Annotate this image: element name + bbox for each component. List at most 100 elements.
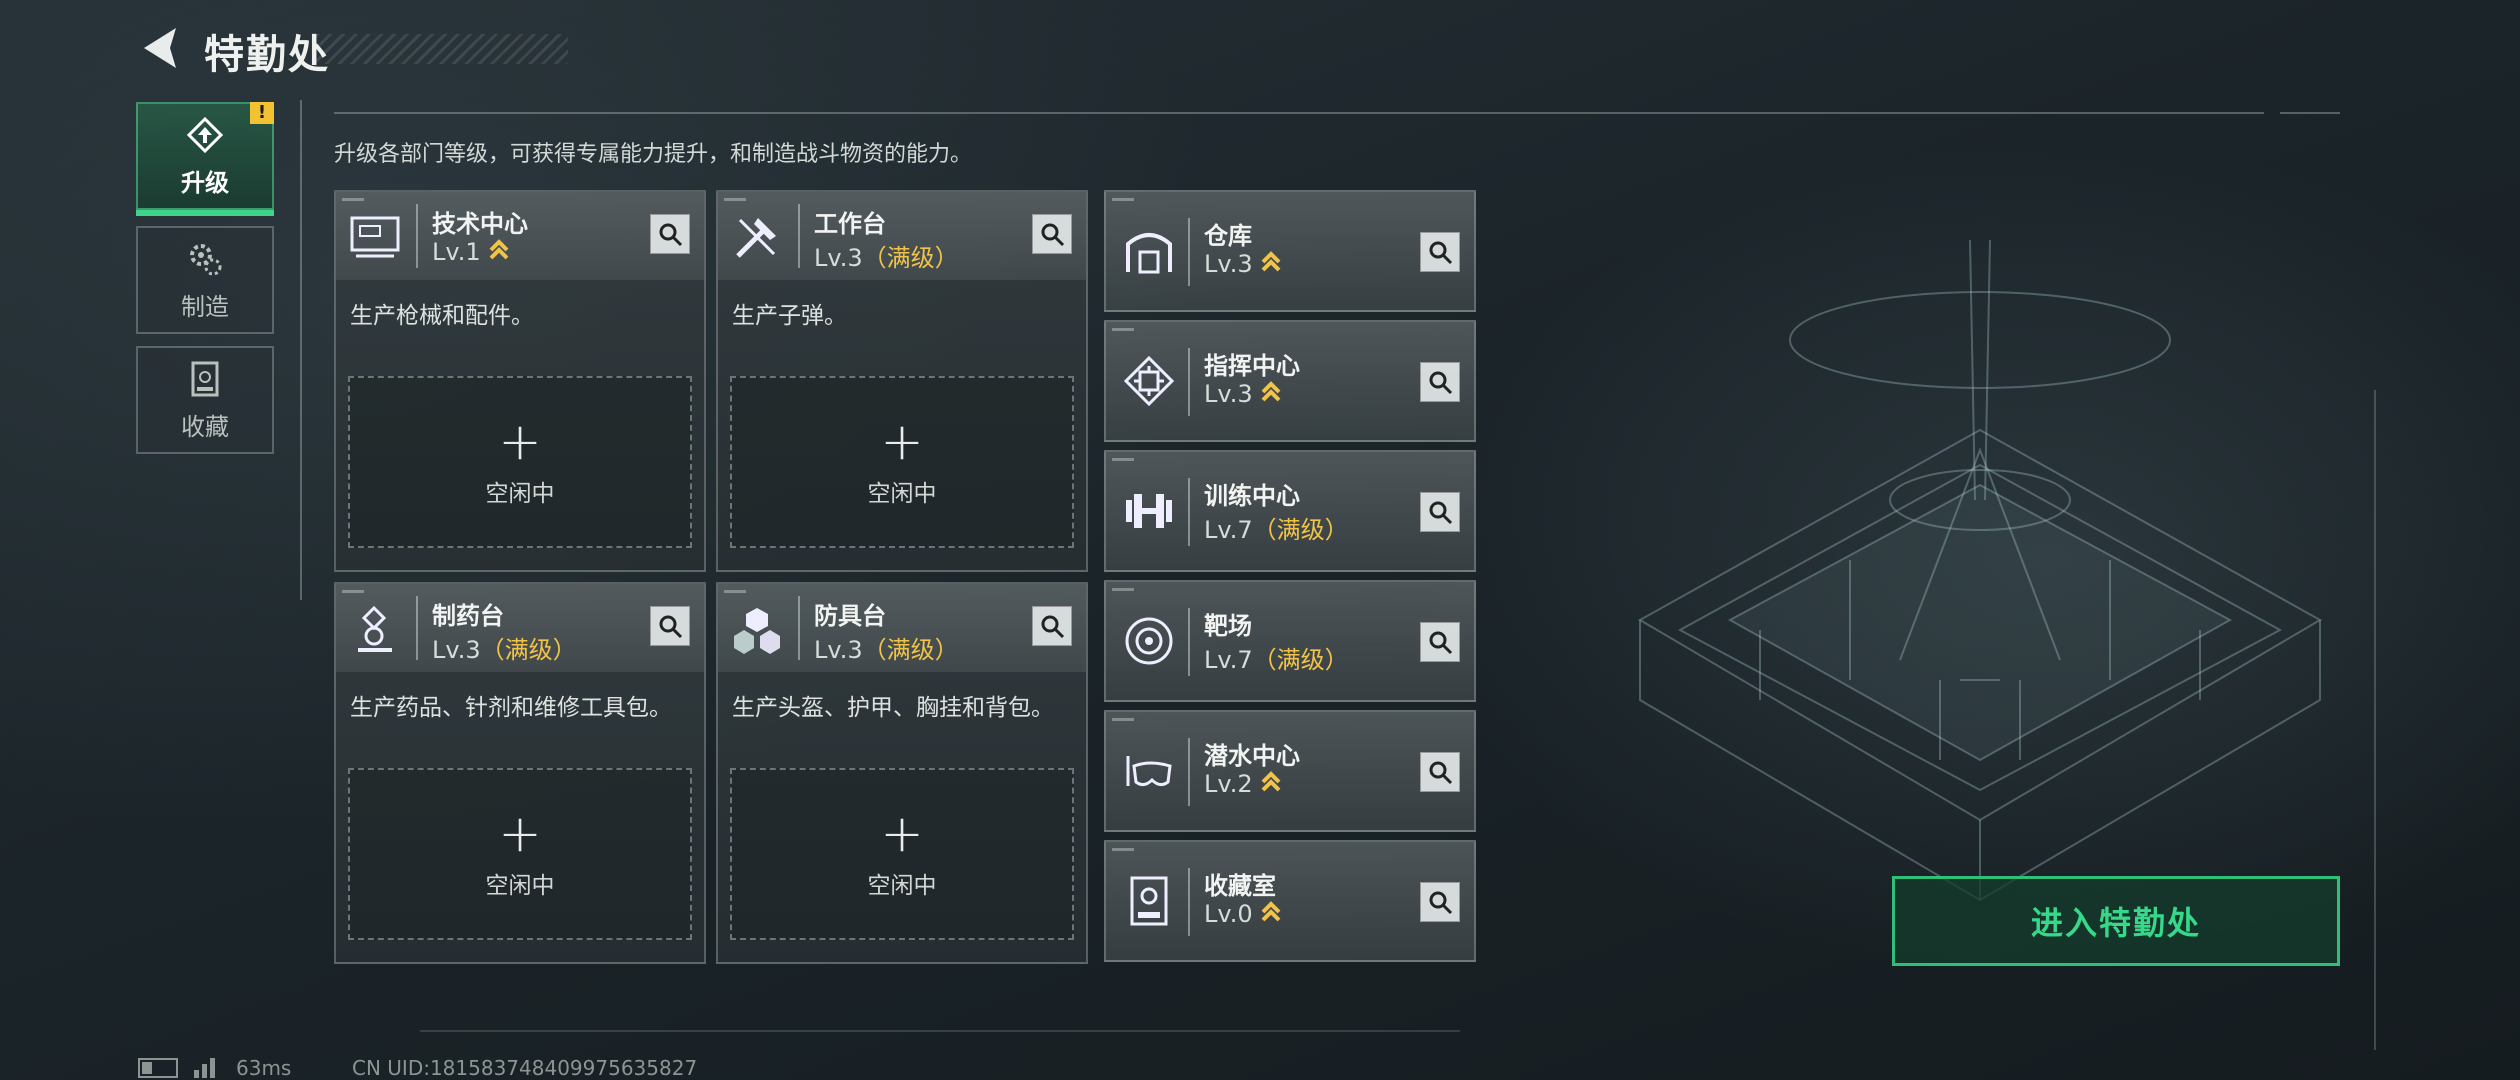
card-description: 生产枪械和配件。 (350, 303, 534, 329)
card-level: Lv.0 (1204, 900, 1281, 928)
upgrade-chevron-icon (1261, 251, 1281, 272)
inspect-button[interactable] (1420, 362, 1460, 402)
top-divider-end (2280, 112, 2340, 114)
production-slot[interactable]: + 空闲中 (730, 376, 1074, 548)
inspect-button[interactable] (650, 214, 690, 254)
magnifier-icon (1429, 371, 1453, 395)
card-name: 防具台 (814, 602, 886, 630)
workshop-card-pharmacy[interactable]: 制药台 Lv.3（满级） 生产药品、针剂和维修工具包。 + 空闲中 (334, 582, 706, 964)
page-subtitle: 升级各部门等级，可获得专属能力提升，和制造战斗物资的能力。 (334, 142, 973, 167)
card-level: Lv.3 (1204, 380, 1281, 408)
inspect-button[interactable] (1032, 214, 1072, 254)
slot-status: 空闲中 (485, 481, 555, 507)
magnifier-icon (1429, 761, 1453, 785)
facility-card-collection-room[interactable]: 收藏室 Lv.0 (1104, 840, 1476, 962)
page-title: 特勤处 (204, 32, 330, 78)
upgrade-icon (186, 116, 224, 153)
slot-status: 空闲中 (867, 481, 937, 507)
magnifier-icon (1429, 631, 1453, 655)
card-name: 仓库 (1204, 222, 1252, 250)
magnifier-icon (659, 223, 683, 247)
gears-icon (190, 243, 222, 275)
tools-icon (736, 218, 776, 258)
card-name: 收藏室 (1204, 872, 1276, 900)
magnifier-icon (1429, 241, 1453, 265)
upgrade-chevron-icon (1261, 901, 1281, 922)
alert-badge: ! (250, 102, 274, 124)
enter-special-ops-button[interactable]: 进入特勤处 (1892, 876, 2340, 966)
card-level: Lv.1 (432, 238, 509, 266)
workshop-card-workbench[interactable]: 工作台 Lv.3（满级） 生产子弹。 + 空闲中 (716, 190, 1088, 572)
card-header: 防具台 Lv.3（满级） (718, 584, 1086, 672)
facility-card-warehouse[interactable]: 仓库 Lv.3 (1104, 190, 1476, 312)
card-description: 生产头盔、护甲、胸挂和背包。 (732, 695, 1054, 721)
production-slot[interactable]: + 空闲中 (730, 768, 1074, 940)
tab-craft-label: 制造 (181, 292, 229, 321)
card-name: 潜水中心 (1204, 742, 1300, 770)
magnifier-icon (659, 615, 683, 639)
display-case-icon (1130, 876, 1168, 926)
upgrade-chevron-icon (489, 239, 509, 260)
back-arrow-icon[interactable] (136, 22, 184, 74)
plus-icon: + (498, 804, 542, 864)
upgrade-chevron-icon (1261, 771, 1281, 792)
user-uid: CN UID:18158374840997563582​7 (352, 1056, 698, 1080)
plus-icon: + (498, 412, 542, 472)
card-description: 生产药品、针剂和维修工具包。 (350, 695, 672, 721)
slot-status: 空闲中 (485, 873, 555, 899)
facility-card-shooting-range[interactable]: 靶场 Lv.7（满级） (1104, 580, 1476, 702)
cubes-icon (734, 608, 780, 654)
card-name: 靶场 (1204, 612, 1252, 640)
magnifier-icon (1429, 891, 1453, 915)
workshop-card-tech-center[interactable]: 技术中心 Lv.1 生产枪械和配件。 + 空闲中 (334, 190, 706, 572)
warehouse-icon (1126, 233, 1172, 274)
title-decoration-stripe (316, 34, 568, 64)
slot-status: 空闲中 (867, 873, 937, 899)
tab-collection[interactable]: 收藏 (136, 346, 274, 454)
workshop-card-armor-bench[interactable]: 防具台 Lv.3（满级） 生产头盔、护甲、胸挂和背包。 + 空闲中 (716, 582, 1088, 964)
base-hologram-illustration (1637, 239, 2323, 902)
card-name: 指挥中心 (1204, 352, 1300, 380)
card-name: 技术中心 (432, 210, 528, 238)
plus-icon: + (880, 412, 924, 472)
ping-readout: 63ms (236, 1056, 292, 1080)
inspect-button[interactable] (1420, 232, 1460, 272)
card-level: Lv.3 (1204, 250, 1281, 278)
bottom-divider (420, 1030, 1460, 1032)
production-slot[interactable]: + 空闲中 (348, 376, 692, 548)
dumbbell-icon (1126, 494, 1172, 528)
card-level: Lv.2 (1204, 770, 1281, 798)
inspect-button[interactable] (1420, 622, 1460, 662)
card-description: 生产子弹。 (732, 303, 847, 329)
diving-mask-icon (1126, 756, 1172, 787)
facility-card-diving-center[interactable]: 潜水中心 Lv.2 (1104, 710, 1476, 832)
chip-icon (1123, 355, 1175, 407)
tab-craft[interactable]: 制造 (136, 226, 274, 334)
inspect-button[interactable] (650, 606, 690, 646)
inspect-button[interactable] (1420, 752, 1460, 792)
inspect-button[interactable] (1032, 606, 1072, 646)
tab-collection-label: 收藏 (181, 412, 229, 441)
card-header: 工作台 Lv.3（满级） (718, 192, 1086, 280)
enter-button-label: 进入特勤处 (2030, 904, 2201, 942)
production-slot[interactable]: + 空闲中 (348, 768, 692, 940)
card-level: Lv.7（满级） (1204, 516, 1349, 544)
facility-card-training-center[interactable]: 训练中心 Lv.7（满级） (1104, 450, 1476, 572)
card-level: Lv.3（满级） (814, 636, 959, 664)
inspect-button[interactable] (1420, 492, 1460, 532)
target-icon (1125, 617, 1173, 665)
side-divider (300, 100, 302, 600)
card-header: 制药台 Lv.3（满级） (336, 584, 704, 672)
card-level: Lv.7（满级） (1204, 646, 1349, 674)
collection-icon (191, 361, 219, 396)
facility-card-command-center[interactable]: 指挥中心 Lv.3 (1104, 320, 1476, 442)
battery-icon (138, 1058, 178, 1078)
top-divider (334, 112, 2264, 114)
card-level: Lv.3（满级） (432, 636, 577, 664)
inspect-button[interactable] (1420, 882, 1460, 922)
card-name: 训练中心 (1204, 482, 1300, 510)
terminal-icon (350, 216, 400, 258)
tab-upgrade-label: 升级 (181, 168, 229, 197)
card-name: 制药台 (432, 602, 504, 630)
magnifier-icon (1041, 615, 1065, 639)
